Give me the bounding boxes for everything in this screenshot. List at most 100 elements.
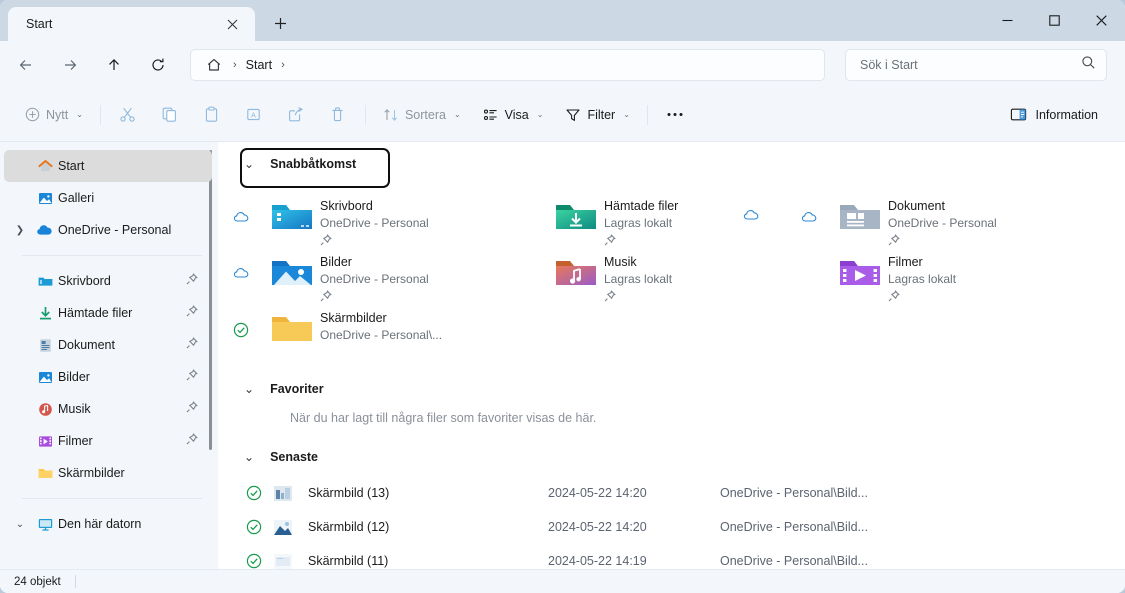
sort-button-label: Sortera: [404, 107, 446, 122]
new-tab-button[interactable]: [263, 8, 297, 38]
more-options-button[interactable]: [656, 99, 694, 131]
table-row[interactable]: Skärmbild (11) 2024-05-22 14:19 OneDrive…: [218, 544, 1125, 569]
sidebar-item-label: Dokument: [58, 338, 115, 352]
maximize-button[interactable]: [1031, 0, 1078, 41]
sidebar-item-label: Hämtade filer: [58, 306, 133, 320]
tile-subtitle: OneDrive - Personal: [320, 272, 429, 286]
quick-access-tile-hamtade-filer[interactable]: Hämtade filer Lagras lokalt: [502, 190, 786, 246]
table-row[interactable]: Skärmbild (12) 2024-05-22 14:20 OneDrive…: [218, 510, 1125, 544]
command-bar: Nytt ⌄ A Sortera ⌄ Visa ⌄ Filter ⌄ Infor…: [0, 88, 1125, 142]
chevron-down-icon[interactable]: ⌄: [8, 519, 32, 530]
sidebar-item-den-har-datorn[interactable]: ⌄ Den här datorn: [4, 508, 212, 540]
tile-name: Bilder: [320, 255, 352, 269]
tile-name: Filmer: [888, 255, 923, 269]
toolbar-divider: [99, 104, 101, 125]
close-window-button[interactable]: [1078, 0, 1125, 41]
desktop-folder-icon: [32, 273, 58, 290]
cut-button[interactable]: [109, 99, 147, 131]
favorites-header[interactable]: ⌄ Favoriter: [244, 374, 1125, 404]
details-pane-label: Information: [1035, 107, 1098, 122]
image-thumb-icon: [274, 553, 308, 569]
copy-button[interactable]: [151, 99, 189, 131]
toolbar-divider-2: [364, 104, 366, 125]
recent-title: Senaste: [270, 450, 319, 464]
sort-button[interactable]: Sortera ⌄: [374, 99, 470, 131]
share-button[interactable]: [277, 99, 315, 131]
recent-header[interactable]: ⌄ Senaste: [244, 442, 1125, 472]
chevron-right-icon[interactable]: ❯: [8, 225, 32, 236]
tab-start[interactable]: Start: [8, 7, 255, 41]
minimize-button[interactable]: [984, 0, 1031, 41]
table-row[interactable]: Skärmbild (13) 2024-05-22 14:20 OneDrive…: [218, 476, 1125, 510]
view-button[interactable]: Visa ⌄: [474, 99, 553, 131]
sidebar-item-skarmbilder[interactable]: Skärmbilder: [4, 457, 212, 489]
sidebar-item-label: Den här datorn: [58, 517, 142, 531]
this-pc-icon: [32, 516, 58, 533]
new-button[interactable]: Nytt ⌄: [16, 99, 92, 131]
sidebar-item-label: Bilder: [58, 370, 90, 384]
toolbar-divider-3: [646, 104, 648, 125]
chevron-down-icon[interactable]: ⌄: [244, 450, 254, 464]
sidebar-item-dokument[interactable]: Dokument: [4, 329, 212, 361]
sidebar-item-label: Galleri: [58, 191, 95, 205]
sidebar-item-start[interactable]: Start: [4, 150, 212, 182]
search-icon[interactable]: [1081, 55, 1096, 75]
quick-access-row: Skärmbilder OneDrive - Personal\...: [218, 302, 1125, 358]
forward-button[interactable]: [52, 49, 88, 81]
sidebar-item-hamtade-filer[interactable]: Hämtade filer: [4, 297, 212, 329]
up-button[interactable]: [96, 49, 132, 81]
navigation-bar: › Start › Sök i Start: [0, 41, 1125, 88]
quick-access-tile-dokument[interactable]: Dokument OneDrive - Personal: [786, 190, 1070, 246]
sidebar-item-musik[interactable]: Musik: [4, 393, 212, 425]
tab-strip: Start: [0, 0, 297, 41]
rename-button[interactable]: A: [235, 99, 273, 131]
breadcrumb-separator-trailing[interactable]: ›: [275, 59, 291, 71]
sidebar-item-filmer[interactable]: Filmer: [4, 425, 212, 457]
cloud-icon: [218, 196, 264, 223]
address-bar[interactable]: › Start ›: [190, 48, 825, 81]
pin-icon[interactable]: [186, 400, 198, 418]
refresh-button[interactable]: [140, 49, 176, 81]
pictures-folder-icon: [264, 252, 320, 289]
pin-icon[interactable]: [186, 432, 198, 450]
pin-icon: [320, 288, 429, 302]
quick-access-tile-skarmbilder[interactable]: Skärmbilder OneDrive - Personal\...: [218, 302, 502, 358]
delete-button[interactable]: [319, 99, 357, 131]
home-icon[interactable]: [201, 57, 227, 73]
sidebar-item-onedrive[interactable]: ❯ OneDrive - Personal: [4, 214, 212, 246]
tile-subtitle: Lagras lokalt: [888, 272, 957, 286]
videos-folder-icon: [32, 433, 58, 450]
quick-access-tile-musik[interactable]: Musik Lagras lokalt: [502, 246, 786, 302]
quick-access-tile-filmer[interactable]: Filmer Lagras lokalt: [786, 246, 1070, 302]
paste-button[interactable]: [193, 99, 231, 131]
sidebar-item-galleri[interactable]: Galleri: [4, 182, 212, 214]
sidebar-item-label: Skärmbilder: [58, 466, 125, 480]
chevron-down-icon[interactable]: ⌄: [244, 382, 254, 396]
content-pane[interactable]: ⌄ Snabbåtkomst Skrivbord OneDrive - Pers…: [218, 142, 1125, 569]
navigation-pane[interactable]: Start Galleri ❯ OneDrive - Personal Skri…: [0, 142, 218, 569]
pin-icon[interactable]: [186, 272, 198, 290]
sidebar-item-bilder[interactable]: Bilder: [4, 361, 212, 393]
search-box[interactable]: Sök i Start: [845, 48, 1107, 81]
quick-access-tile-skrivbord[interactable]: Skrivbord OneDrive - Personal: [218, 190, 502, 246]
filter-button[interactable]: Filter ⌄: [556, 99, 638, 131]
image-thumb-icon: [274, 485, 308, 501]
pin-icon[interactable]: [186, 304, 198, 322]
breadcrumb-start[interactable]: Start: [243, 58, 275, 72]
close-tab-icon[interactable]: [219, 11, 245, 37]
quick-access-row: Skrivbord OneDrive - Personal Hämtade fi…: [218, 190, 1125, 246]
back-button[interactable]: [8, 49, 44, 81]
pin-icon: [604, 232, 678, 246]
pin-icon[interactable]: [186, 336, 198, 354]
details-pane-button[interactable]: Information: [1001, 99, 1107, 131]
chevron-down-icon: ⌄: [623, 110, 630, 119]
pin-icon[interactable]: [186, 368, 198, 386]
quick-access-focus-ring: [240, 148, 390, 188]
sidebar-item-skrivbord[interactable]: Skrivbord: [4, 265, 212, 297]
pin-icon: [888, 232, 997, 246]
tile-subtitle: Lagras lokalt: [604, 216, 673, 230]
file-date: 2024-05-22 14:20: [548, 520, 647, 534]
tab-label: Start: [26, 17, 53, 31]
cloud-icon: [786, 196, 832, 223]
quick-access-tile-bilder[interactable]: Bilder OneDrive - Personal: [218, 246, 502, 302]
